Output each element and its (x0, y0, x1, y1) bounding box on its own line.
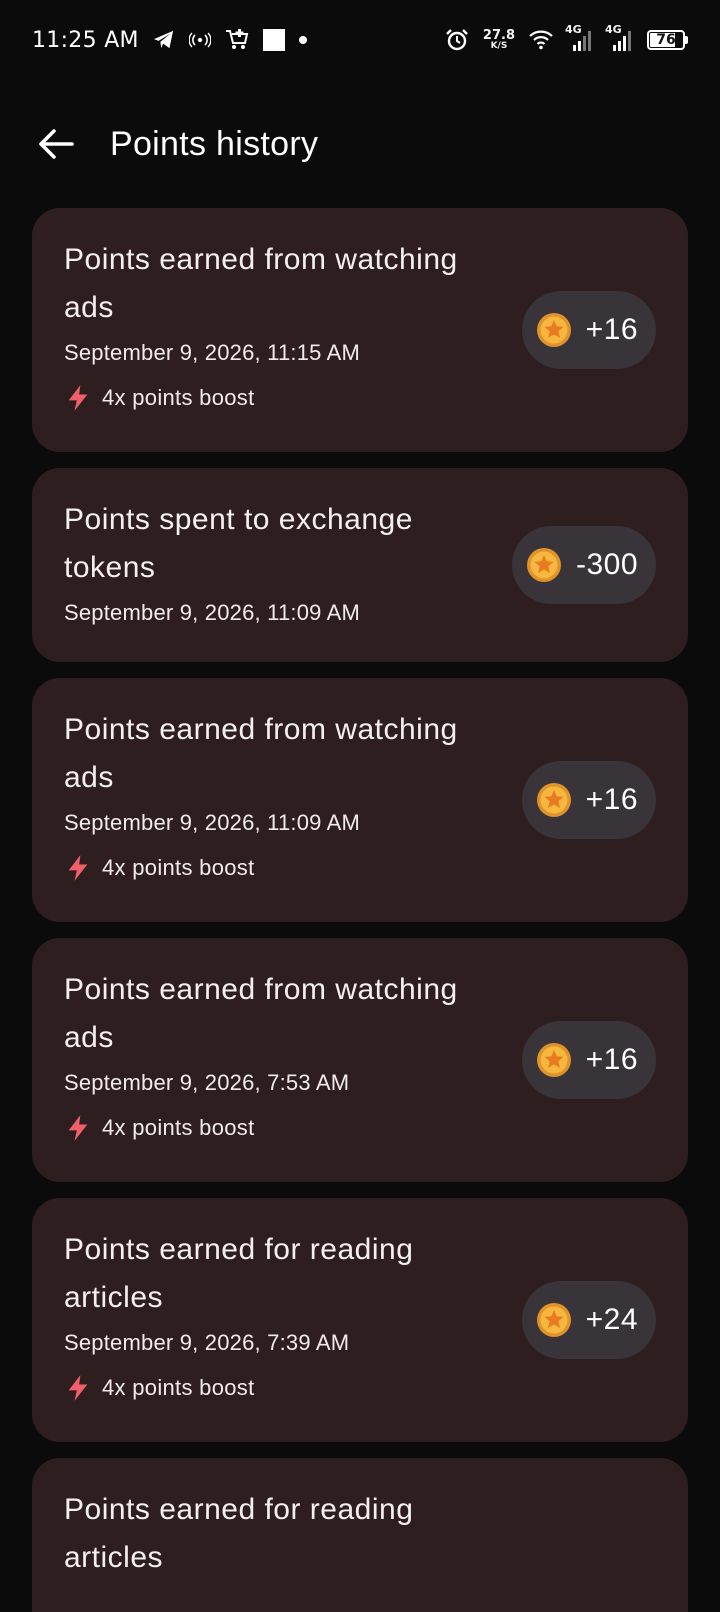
signal-icon-sim2: 4G (605, 23, 633, 51)
entry-title: Points earned from watching ads (64, 973, 458, 1054)
arrow-back-icon (39, 129, 74, 159)
entry-boost: 4x points boost (64, 1374, 656, 1402)
app-bar: Points history (0, 100, 720, 188)
status-bar: 11:25 AM 27.8 K/S 4G 4G 76 (0, 0, 720, 80)
status-bar-right: 27.8 K/S 4G 4G 76 (445, 23, 688, 52)
status-time: 11:25 AM (32, 27, 139, 53)
points-value: +16 (585, 1043, 638, 1076)
coin-icon (536, 1303, 571, 1337)
history-entry[interactable]: Points earned from watching ads Septembe… (32, 938, 688, 1182)
boost-label: 4x points boost (102, 855, 255, 880)
entry-boost: 4x points boost (64, 384, 656, 412)
entry-boost: 4x points boost (64, 854, 656, 882)
coin-icon (536, 1043, 571, 1077)
lightning-icon (68, 1115, 88, 1141)
points-badge: +16 (521, 761, 656, 839)
dot-icon (298, 36, 307, 44)
points-badge: +16 (521, 291, 656, 369)
entry-title: Points earned from watching ads (64, 713, 458, 794)
status-bar-left: 11:25 AM (32, 28, 307, 53)
boost-label: 4x points boost (102, 1375, 255, 1400)
history-entry[interactable]: Points earned for reading articles (32, 1458, 688, 1612)
history-entry[interactable]: Points earned from watching ads Septembe… (32, 678, 688, 922)
hotspot-icon (188, 32, 211, 48)
battery-percent: 76 (656, 32, 676, 48)
points-value: +24 (585, 1303, 638, 1336)
history-entry[interactable]: Points earned for reading articles Septe… (32, 1198, 688, 1442)
boost-label: 4x points boost (102, 1115, 255, 1140)
entry-boost: 4x points boost (64, 1114, 656, 1142)
lightning-icon (68, 855, 88, 881)
coin-icon (526, 548, 561, 582)
points-badge: -300 (511, 526, 656, 604)
alarm-icon (445, 28, 469, 52)
coin-icon (536, 783, 571, 817)
net-speed-unit: K/S (490, 41, 508, 51)
entry-title: Points spent to exchange tokens (64, 503, 413, 584)
entry-title: Points earned for reading articles (64, 1233, 414, 1314)
lightning-icon (68, 385, 88, 411)
points-value: -300 (575, 548, 638, 581)
boost-label: 4x points boost (102, 385, 255, 410)
telegram-icon (153, 30, 175, 50)
cart-icon (225, 29, 249, 51)
history-entry[interactable]: Points earned from watching ads Septembe… (32, 208, 688, 452)
points-badge: +16 (521, 1021, 656, 1099)
signal-icon-sim1: 4G (565, 23, 593, 51)
entry-title: Points earned from watching ads (64, 243, 458, 324)
back-button[interactable] (24, 112, 88, 176)
network-type-2: 4G (605, 23, 622, 36)
history-entry[interactable]: Points spent to exchange tokens Septembe… (32, 468, 688, 662)
lightning-icon (68, 1375, 88, 1401)
square-icon (262, 29, 285, 51)
coin-icon (536, 313, 571, 347)
battery-level: 76 (647, 30, 685, 50)
network-type-1: 4G (565, 23, 582, 36)
wifi-icon (529, 30, 553, 50)
entry-title: Points earned for reading articles (64, 1493, 414, 1574)
points-badge: +24 (521, 1281, 656, 1359)
battery-icon: 76 (647, 30, 688, 50)
page-title: Points history (110, 124, 319, 163)
net-speed: 27.8 K/S (483, 29, 515, 51)
battery-tip (685, 36, 688, 44)
points-value: +16 (585, 313, 638, 346)
points-value: +16 (585, 783, 638, 816)
